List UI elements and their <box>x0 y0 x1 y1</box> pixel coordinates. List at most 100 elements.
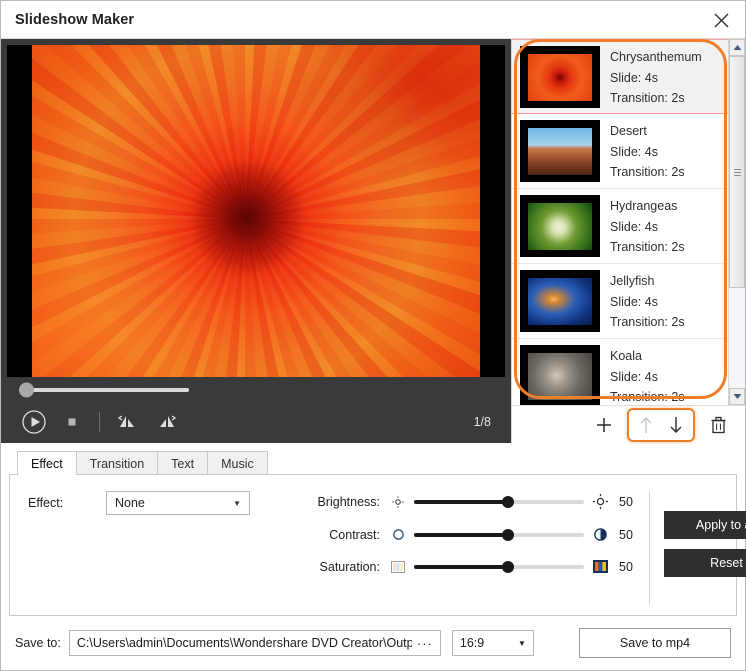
slide-title: Hydrangeas <box>610 196 720 217</box>
aspect-ratio-value: 16:9 <box>460 636 484 650</box>
slide-list-panel: ChrysanthemumSlide: 4sTransition: 2sDese… <box>511 39 745 443</box>
slider-track[interactable] <box>414 533 584 537</box>
slide-list-item[interactable]: JellyfishSlide: 4sTransition: 2s <box>512 264 728 339</box>
browse-folder-button[interactable]: ··· <box>412 632 438 654</box>
add-slide-button[interactable] <box>589 411 619 439</box>
slide-transition: Transition: 2s <box>610 387 720 405</box>
plus-icon <box>594 415 614 435</box>
slide-duration: Slide: 4s <box>610 292 720 312</box>
play-icon <box>21 409 47 435</box>
slide-info: ChrysanthemumSlide: 4sTransition: 2s <box>610 46 720 108</box>
slider-track[interactable] <box>414 565 584 569</box>
effect-select-column: Effect: None ▼ <box>28 491 288 605</box>
top-area: 1/8 ChrysanthemumSlide: 4sTransition: 2s… <box>1 39 745 443</box>
slide-list-item[interactable]: DesertSlide: 4sTransition: 2s <box>512 114 728 189</box>
slide-list-toolbar <box>512 405 745 443</box>
editor-panel: EffectTransitionTextMusic Effect: None ▼… <box>1 443 745 616</box>
tab-effect[interactable]: Effect <box>17 451 77 475</box>
slider-row: Saturation: 50 <box>288 559 643 574</box>
slide-duration: Slide: 4s <box>610 142 720 162</box>
slide-thumbnail-image <box>528 203 592 250</box>
slide-thumbnail-image <box>528 54 592 101</box>
slide-duration: Slide: 4s <box>610 367 720 387</box>
slide-thumbnail <box>520 120 600 182</box>
effect-select[interactable]: None ▼ <box>106 491 250 515</box>
slider-thumb[interactable] <box>502 561 514 573</box>
color-bars-vivid-icon <box>590 559 610 574</box>
rotate-right-button[interactable] <box>156 411 178 433</box>
slide-title: Chrysanthemum <box>610 47 720 68</box>
slide-info: DesertSlide: 4sTransition: 2s <box>610 120 720 182</box>
slide-transition: Transition: 2s <box>610 88 720 108</box>
slider-label: Contrast: <box>288 528 380 542</box>
preview-panel: 1/8 <box>1 39 511 443</box>
slide-duration: Slide: 4s <box>610 68 720 88</box>
effect-label: Effect: <box>28 496 106 510</box>
scrollbar-track[interactable] <box>729 56 745 388</box>
rotate-right-icon <box>156 411 178 433</box>
apply-to-all-button[interactable]: Apply to all <box>664 511 746 539</box>
slide-thumbnail <box>520 345 600 405</box>
slider-row: Contrast:50 <box>288 527 643 542</box>
slide-info: KoalaSlide: 4sTransition: 2s <box>610 345 720 405</box>
scrollbar-thumb[interactable] <box>729 56 745 288</box>
slide-list-item[interactable]: HydrangeasSlide: 4sTransition: 2s <box>512 189 728 264</box>
editor-tabs: EffectTransitionTextMusic <box>9 451 737 475</box>
move-arrows-group <box>627 408 695 442</box>
editor-action-buttons: Apply to all Reset <box>649 491 746 605</box>
slide-list-item[interactable]: KoalaSlide: 4sTransition: 2s <box>512 339 728 405</box>
rotate-left-icon <box>116 411 138 433</box>
scrollbar-grip <box>734 167 741 178</box>
close-window-button[interactable] <box>707 7 735 33</box>
move-up-button[interactable] <box>631 411 661 439</box>
tab-text[interactable]: Text <box>157 451 208 475</box>
scroll-down-button[interactable] <box>729 388 745 405</box>
slide-list-item[interactable]: ChrysanthemumSlide: 4sTransition: 2s <box>512 39 728 114</box>
preview-image <box>32 45 480 377</box>
seek-thumb[interactable] <box>19 383 34 398</box>
seek-row <box>7 379 505 401</box>
slider-thumb[interactable] <box>502 496 514 508</box>
slide-title: Desert <box>610 121 720 142</box>
slider-value: 50 <box>619 560 643 574</box>
chevron-down-icon: ▼ <box>518 639 526 648</box>
slide-list-scrollbar[interactable] <box>728 39 745 405</box>
slide-thumbnail <box>520 270 600 332</box>
delete-slide-button[interactable] <box>703 411 733 439</box>
output-path-field[interactable]: C:\Users\admin\Documents\Wondershare DVD… <box>69 630 441 656</box>
play-button[interactable] <box>21 409 47 435</box>
slideshow-maker-window: Slideshow Maker <box>0 0 746 671</box>
color-bars-pale-icon <box>388 560 408 574</box>
slide-transition: Transition: 2s <box>610 162 720 182</box>
stop-button[interactable] <box>65 415 79 429</box>
move-down-button[interactable] <box>661 411 691 439</box>
stop-icon <box>65 415 79 429</box>
slide-info: HydrangeasSlide: 4sTransition: 2s <box>610 195 720 257</box>
circle-half-icon <box>590 527 610 542</box>
save-to-mp4-button[interactable]: Save to mp4 <box>579 628 731 658</box>
output-path-value: C:\Users\admin\Documents\Wondershare DVD… <box>77 636 412 650</box>
tab-transition[interactable]: Transition <box>76 451 158 475</box>
slide-list-scrollarea: ChrysanthemumSlide: 4sTransition: 2sDese… <box>512 39 745 405</box>
save-to-label: Save to: <box>15 636 61 650</box>
sun-small-icon <box>388 495 408 509</box>
video-stage[interactable] <box>7 45 505 377</box>
arrow-down-icon <box>667 415 685 435</box>
slide-thumbnail-image <box>528 128 592 175</box>
seek-slider[interactable] <box>19 388 189 392</box>
sun-large-icon <box>590 493 610 510</box>
slide-thumbnail-image <box>528 278 592 325</box>
frame-counter: 1/8 <box>474 415 491 429</box>
reset-button[interactable]: Reset <box>664 549 746 577</box>
slider-thumb[interactable] <box>502 529 514 541</box>
slide-list: ChrysanthemumSlide: 4sTransition: 2sDese… <box>512 39 728 405</box>
rotate-left-button[interactable] <box>116 411 138 433</box>
tab-music[interactable]: Music <box>207 451 268 475</box>
slider-track[interactable] <box>414 500 584 504</box>
slide-thumbnail <box>520 195 600 257</box>
slider-label: Brightness: <box>288 495 380 509</box>
scroll-up-button[interactable] <box>729 39 745 56</box>
aspect-ratio-select[interactable]: 16:9 ▼ <box>452 630 534 656</box>
slide-title: Jellyfish <box>610 271 720 292</box>
slider-label: Saturation: <box>288 560 380 574</box>
